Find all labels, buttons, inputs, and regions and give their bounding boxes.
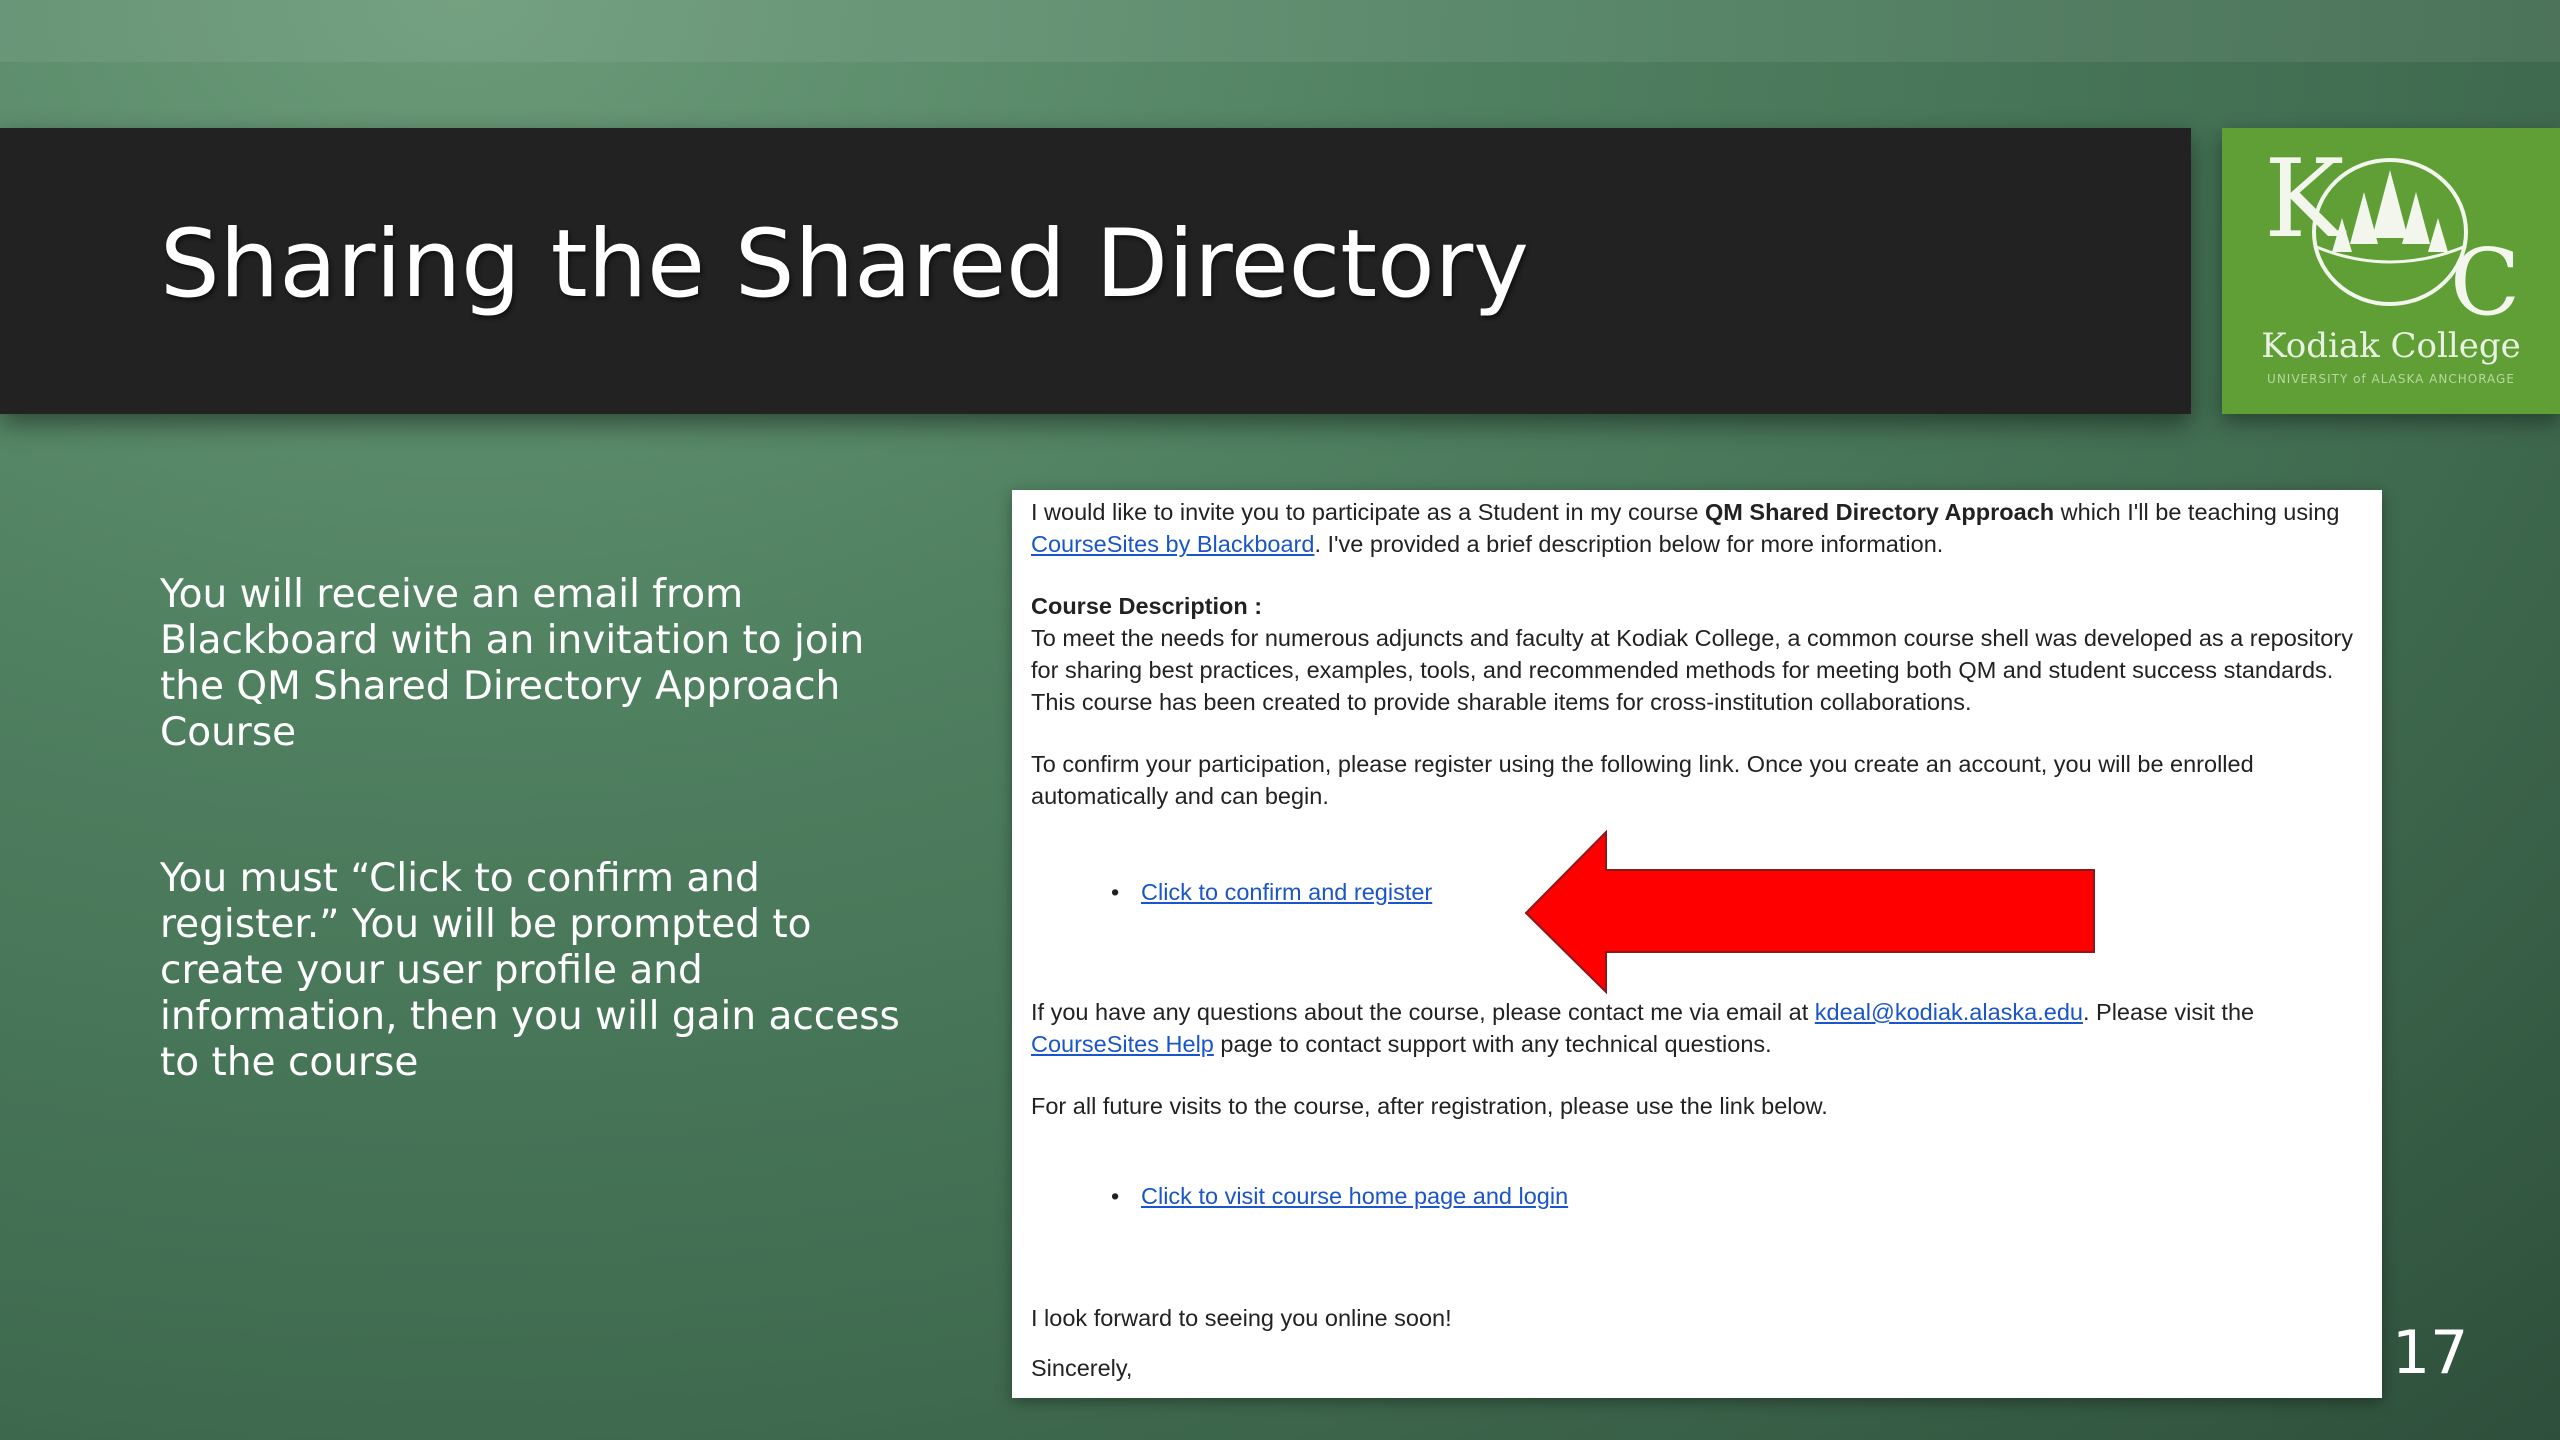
questions-text: If you have any questions about the cour… <box>1031 996 2361 1060</box>
signature-partial: Sincerely, <box>1031 1355 1133 1381</box>
email-address-link[interactable]: kdeal@kodiak.alaska.edu <box>1815 999 2083 1025</box>
svg-text:C: C <box>2450 229 2520 328</box>
kodiak-college-logo: K C Kodiak College UNIVERSITY of ALASKA … <box>2222 128 2560 414</box>
email-intro: I would like to invite you to participat… <box>1031 496 2361 560</box>
slide-title: Sharing the Shared Directory <box>160 210 1529 319</box>
top-band <box>0 0 2560 62</box>
coursesites-help-link[interactable]: CourseSites Help <box>1031 1031 1214 1057</box>
visit-link-row: • Click to visit course home page and log… <box>1031 1180 2361 1212</box>
course-name: QM Shared Directory Approach <box>1705 499 2055 525</box>
intro-text-3: . I've provided a brief description belo… <box>1314 531 1944 557</box>
instruction-paragraph-2: You must “Click to confirm and register.… <box>160 856 900 1085</box>
bullet-icon: • <box>1111 1183 1120 1209</box>
slide-number: 17 <box>2392 1318 2469 1388</box>
description-heading: Course Description : <box>1031 593 1263 619</box>
svg-text:K: K <box>2264 137 2347 262</box>
confirm-text: To confirm your participation, please re… <box>1031 751 2254 809</box>
confirm-register-link[interactable]: Click to confirm and register <box>1141 879 1432 905</box>
logo-subtitle: UNIVERSITY of ALASKA ANCHORAGE <box>2267 372 2515 386</box>
logo-mark-icon: K C <box>2264 137 2520 328</box>
intro-text: I would like to invite you to participat… <box>1031 499 1706 525</box>
visit-course-link[interactable]: Click to visit course home page and logi… <box>1141 1183 1568 1209</box>
intro-text-2: which I'll be teaching using <box>2054 499 2340 525</box>
left-arrow-icon <box>1524 829 2095 995</box>
coursesites-link[interactable]: CourseSites by Blackboard <box>1031 531 1314 557</box>
instruction-paragraph-1: You will receive an email from Blackboar… <box>160 572 865 755</box>
questions-text-2: . Please visit the <box>2082 999 2255 1025</box>
logo-name: Kodiak College <box>2261 326 2521 366</box>
future-visits-text: For all future visits to the course, aft… <box>1031 1093 1828 1119</box>
bullet-icon: • <box>1111 879 1120 905</box>
questions-text-1: If you have any questions about the cour… <box>1031 999 1815 1025</box>
closing-text: I look forward to seeing you online soon… <box>1031 1305 1452 1331</box>
questions-text-3: page to contact support with any technic… <box>1213 1031 1772 1057</box>
tree-icon <box>2332 170 2448 252</box>
description-text: To meet the needs for numerous adjuncts … <box>1031 625 2353 715</box>
